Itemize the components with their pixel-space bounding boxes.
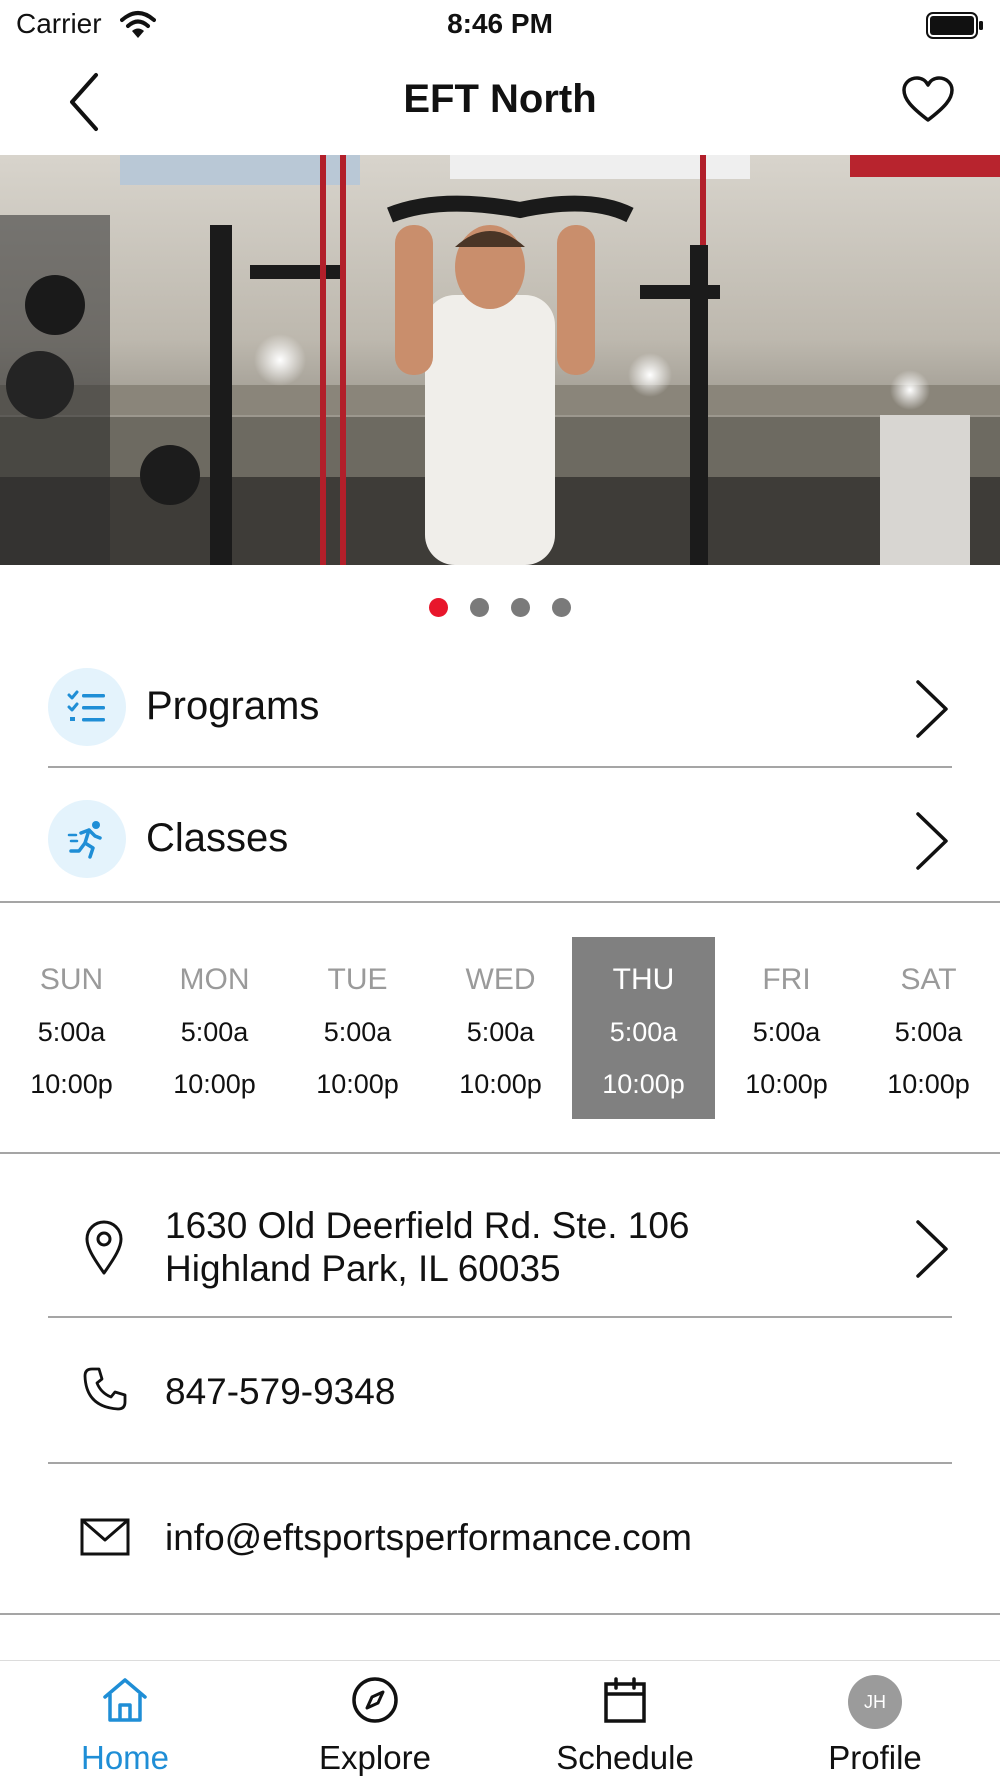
carousel-dot[interactable] [511,598,530,617]
battery-icon [926,12,983,39]
calendar-icon [604,1677,646,1723]
gym-hero-image[interactable] [0,155,1000,565]
checklist-icon [67,690,105,722]
day-name: THU [612,963,675,996]
nav-bar: EFT North [0,55,1000,150]
tab-home-label: Home [80,1739,170,1776]
compass-icon [352,1677,398,1723]
close-time: 10:00p [459,1069,542,1099]
email-row[interactable]: info@eftsportsperformance.com [48,1476,952,1606]
heart-icon[interactable] [901,75,955,125]
day-sun[interactable]: SUN 5:00a 10:00p [0,937,143,1119]
open-time: 5:00a [323,1017,392,1047]
mail-icon [80,1518,130,1556]
phone-number: 847-579-9348 [165,1371,396,1412]
day-fri[interactable]: FRI 5:00a 10:00p [715,937,858,1119]
chevron-right-icon [916,812,948,870]
tab-schedule-label: Schedule [556,1739,694,1776]
tab-explore-label: Explore [319,1739,431,1776]
phone-icon [83,1367,127,1411]
gym-photo-illustration [0,155,1000,565]
opening-hours: SUN 5:00a 10:00p MON 5:00a 10:00p TUE 5:… [0,937,1000,1119]
tab-profile[interactable]: JH Profile [750,1661,1000,1778]
programs-row[interactable]: Programs [48,644,952,766]
address-text: 1630 Old Deerfield Rd. Ste. 106 Highland… [165,1204,690,1290]
chevron-right-icon [916,680,948,738]
day-name: MON [179,963,250,996]
day-name: WED [465,963,536,996]
carousel-dot[interactable] [470,598,489,617]
close-time: 10:00p [316,1069,399,1099]
status-bar: Carrier 8:46 PM [0,0,1000,50]
classes-label: Classes [146,816,289,860]
divider [48,1316,952,1318]
location-pin-icon [85,1220,123,1275]
close-time: 10:00p [30,1069,113,1099]
open-time: 5:00a [180,1017,249,1047]
tab-bar: Home Explore Schedule JH Profile [0,1660,1000,1778]
day-name: TUE [327,963,388,996]
day-name: FRI [762,963,811,996]
divider [0,1152,1000,1154]
address-row[interactable]: 1630 Old Deerfield Rd. Ste. 106 Highland… [48,1190,952,1320]
carousel-page-indicator[interactable] [0,598,1000,622]
divider [0,1613,1000,1615]
day-sat[interactable]: SAT 5:00a 10:00p [857,937,1000,1119]
phone-row[interactable]: 847-579-9348 [48,1330,952,1454]
programs-icon-badge [48,668,126,746]
programs-label: Programs [146,684,320,728]
day-wed[interactable]: WED 5:00a 10:00p [429,937,572,1119]
open-time: 5:00a [752,1017,821,1047]
divider [48,1462,952,1464]
page-title: EFT North [403,77,597,121]
open-time: 5:00a [894,1017,963,1047]
avatar: JH [848,1675,902,1729]
home-icon [103,1678,147,1722]
tab-profile-label: Profile [828,1739,922,1776]
tab-explore[interactable]: Explore [250,1661,500,1778]
day-name: SUN [39,963,104,996]
day-name: SAT [900,963,957,996]
classes-icon-badge [48,800,126,878]
address-line1: 1630 Old Deerfield Rd. Ste. 106 [165,1205,690,1246]
day-mon[interactable]: MON 5:00a 10:00p [143,937,286,1119]
classes-row[interactable]: Classes [48,776,952,898]
day-tue[interactable]: TUE 5:00a 10:00p [286,937,429,1119]
divider [48,766,952,768]
tab-schedule[interactable]: Schedule [500,1661,750,1778]
close-time: 10:00p [173,1069,256,1099]
open-time: 5:00a [609,1017,678,1047]
day-thu[interactable]: THU 5:00a 10:00p [572,937,715,1119]
chevron-right-icon [916,1220,948,1278]
carousel-dot[interactable] [552,598,571,617]
open-time: 5:00a [37,1017,106,1047]
running-person-icon [67,821,102,859]
close-time: 10:00p [745,1069,828,1099]
address-line2: Highland Park, IL 60035 [165,1248,561,1289]
email-address: info@eftsportsperformance.com [165,1517,692,1558]
status-time: 8:46 PM [447,8,553,39]
carousel-dot[interactable] [429,598,448,617]
open-time: 5:00a [466,1017,535,1047]
close-time: 10:00p [602,1069,685,1099]
divider [0,901,1000,903]
close-time: 10:00p [887,1069,970,1099]
tab-home[interactable]: Home [0,1661,250,1778]
